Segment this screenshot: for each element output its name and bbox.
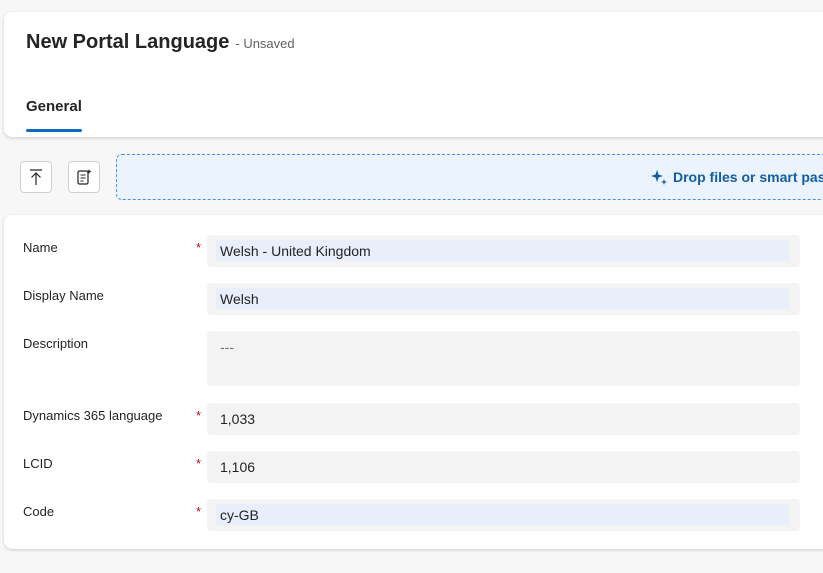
- clipboard-sparkle-icon: [77, 169, 92, 185]
- general-form: Name * Welsh - United Kingdom Display Na…: [4, 215, 823, 549]
- name-label: Name: [23, 240, 58, 255]
- arrow-up-to-line-icon: [30, 169, 42, 185]
- required-marker: *: [196, 504, 202, 519]
- dynamics-language-input[interactable]: 1,033: [207, 403, 800, 435]
- lcid-input[interactable]: 1,106: [207, 451, 800, 483]
- description-input[interactable]: ---: [207, 331, 800, 386]
- sparkle-icon: [651, 170, 667, 185]
- name-input[interactable]: Welsh - United Kingdom: [207, 235, 800, 267]
- dynamics-language-label: Dynamics 365 language: [23, 408, 163, 423]
- display-name-input[interactable]: Welsh: [207, 283, 800, 315]
- tab-general[interactable]: General: [26, 98, 82, 115]
- code-input[interactable]: cy-GB: [207, 499, 800, 531]
- tab-selected-indicator: [26, 129, 82, 132]
- required-marker: *: [196, 456, 202, 471]
- code-label: Code: [23, 504, 55, 519]
- lcid-label: LCID: [23, 456, 53, 471]
- smart-paste-button[interactable]: [68, 161, 100, 193]
- file-drop-zone[interactable]: Drop files or smart paste: [116, 154, 823, 200]
- form-header: New Portal Language - Unsaved General: [4, 12, 823, 137]
- required-marker: *: [196, 408, 202, 423]
- upload-button[interactable]: [20, 161, 52, 193]
- drop-label: Drop files or smart paste: [673, 169, 823, 185]
- page-title: New Portal Language - Unsaved: [26, 31, 295, 53]
- description-label: Description: [23, 336, 89, 351]
- required-marker: *: [196, 240, 202, 255]
- save-status: - Unsaved: [235, 36, 295, 51]
- display-name-label: Display Name: [23, 288, 104, 303]
